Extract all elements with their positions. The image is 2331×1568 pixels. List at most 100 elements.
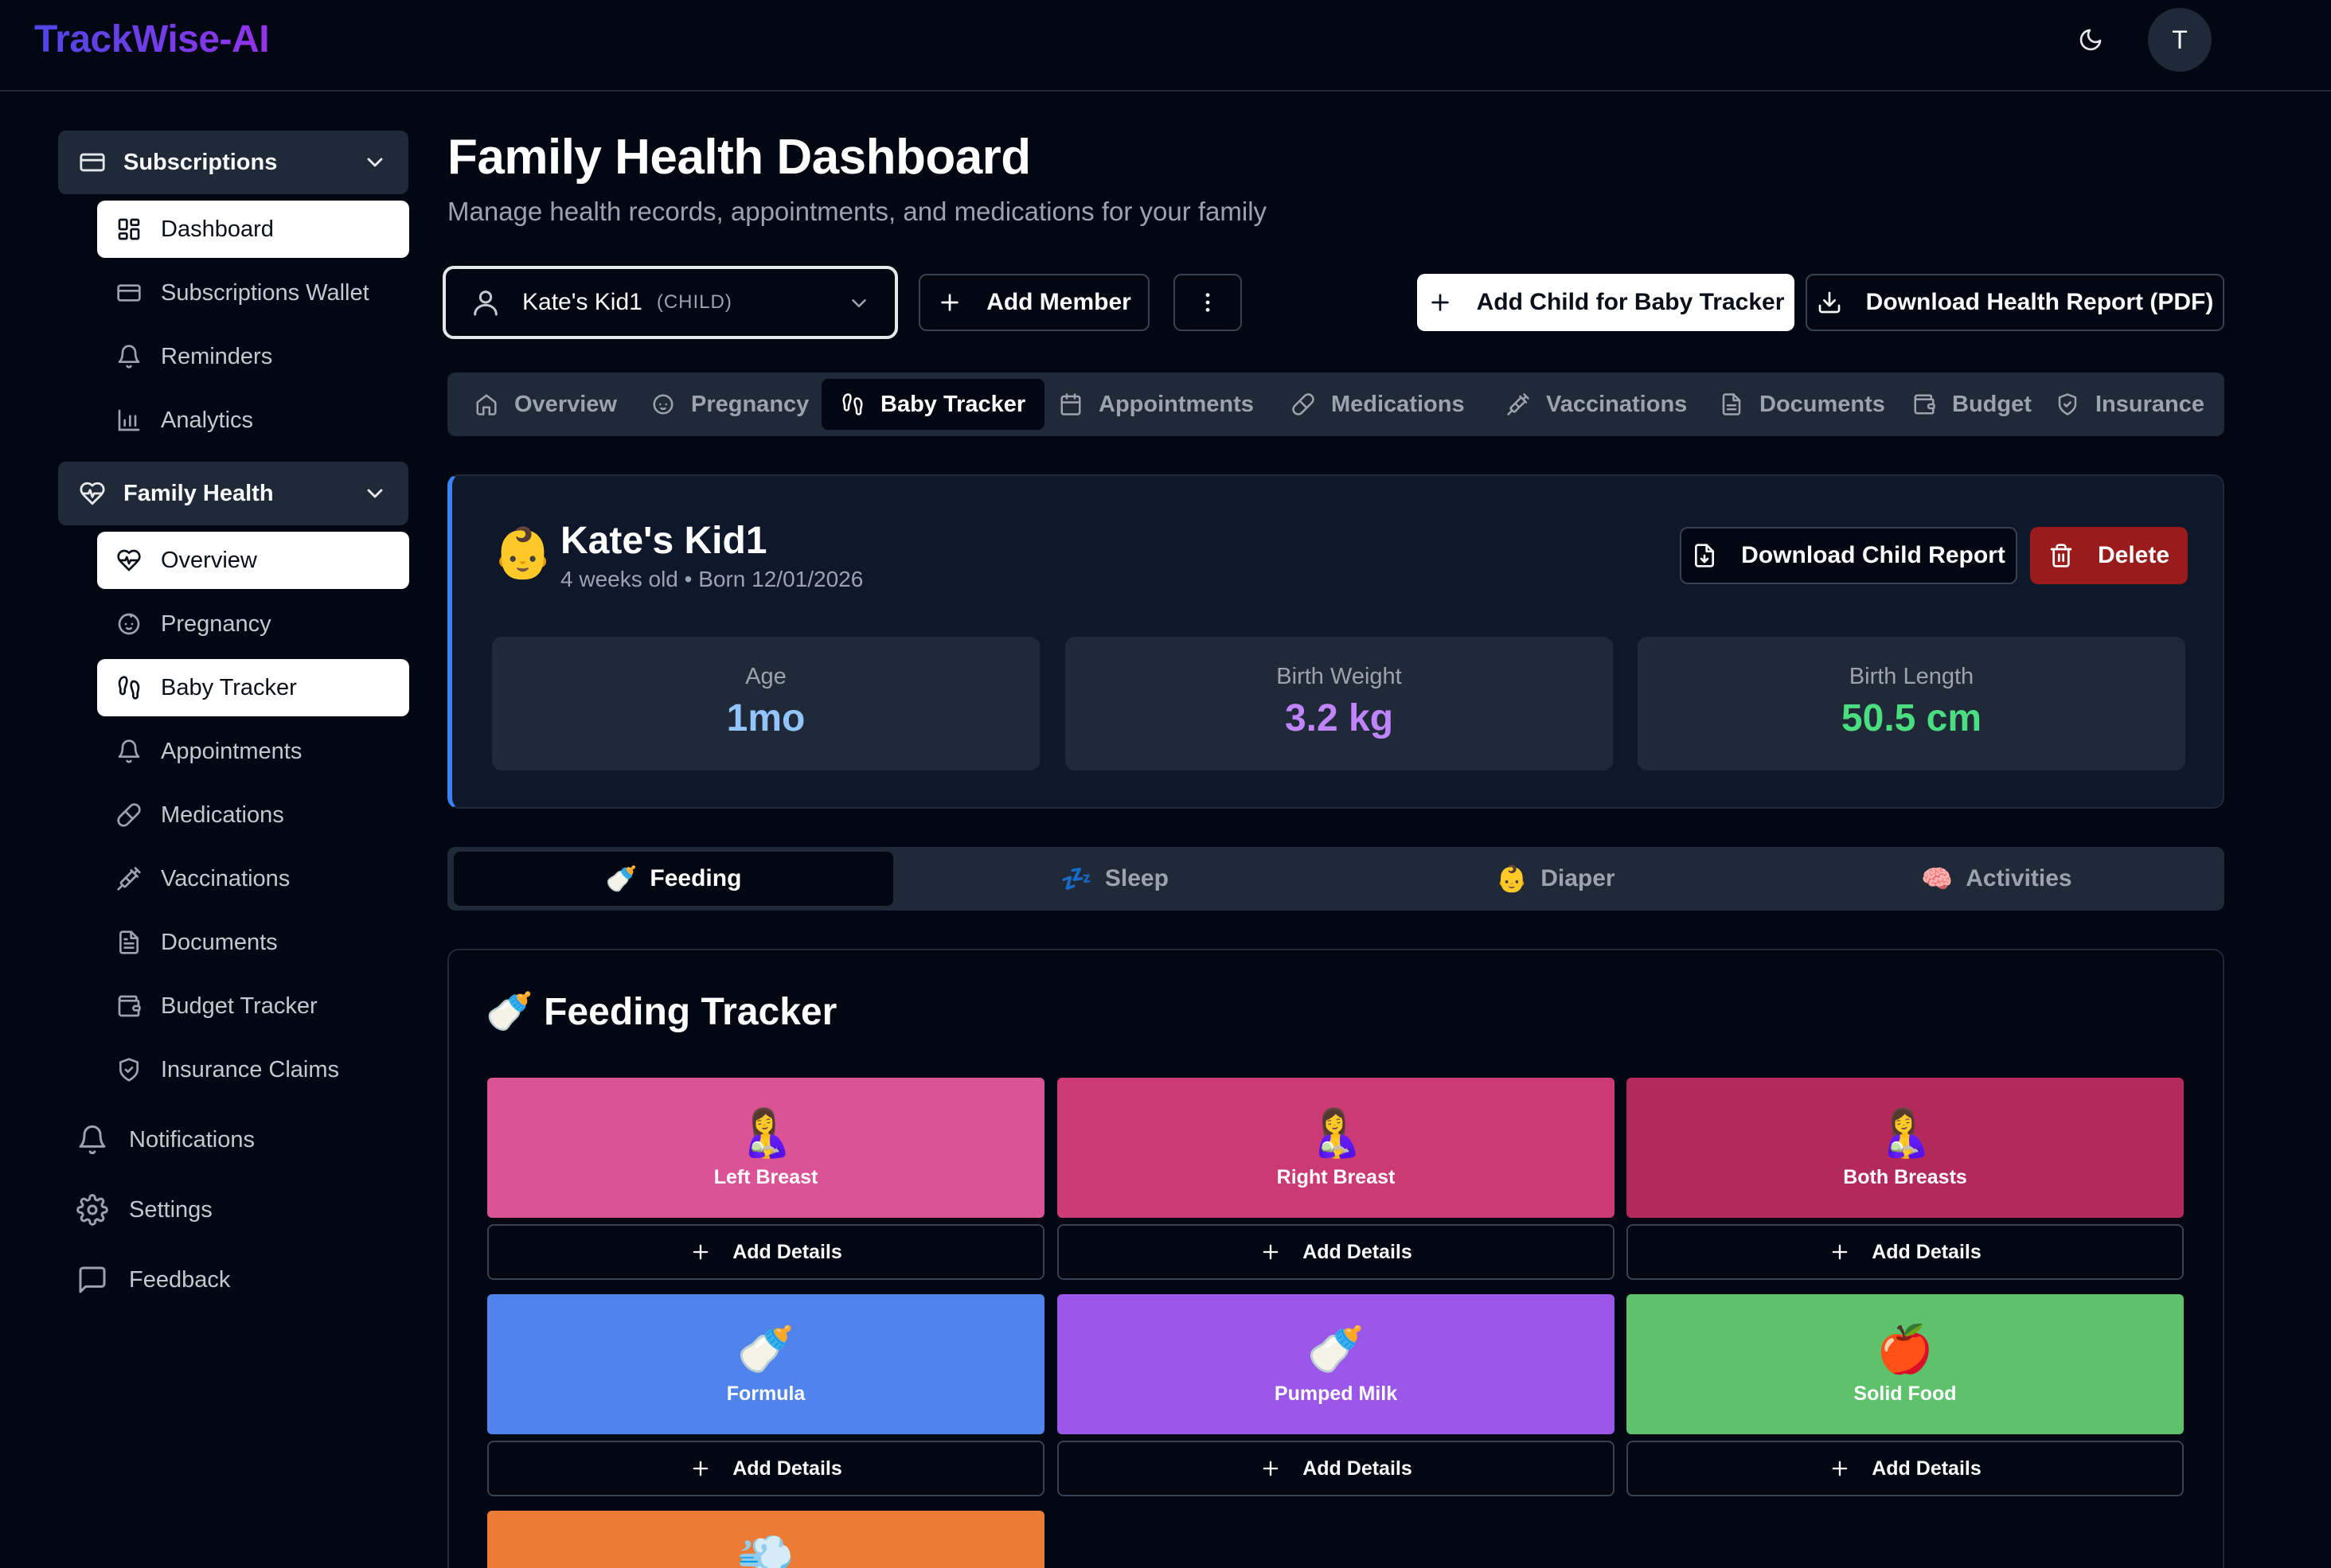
baby-emoji-icon: 👶: [492, 526, 554, 581]
sidebar-item-budget-tracker[interactable]: Budget Tracker: [97, 977, 409, 1035]
download-health-report-button[interactable]: Download Health Report (PDF): [1806, 274, 2224, 331]
sidebar-item-reminders[interactable]: Reminders: [97, 328, 409, 385]
document-icon: [116, 930, 142, 955]
tab-baby-tracker[interactable]: Baby Tracker: [822, 379, 1045, 430]
bottle-emoji-icon: 🍼: [605, 864, 638, 893]
subtab-label: Sleep: [1104, 865, 1169, 891]
tab-pregnancy[interactable]: Pregnancy: [632, 379, 828, 430]
feeding-option-partial[interactable]: 💨: [487, 1511, 1044, 1568]
sidebar-item-documents[interactable]: Documents: [97, 914, 409, 971]
page-subtitle: Manage health records, appointments, and…: [447, 197, 1267, 226]
add-details-button[interactable]: Add Details: [487, 1441, 1044, 1496]
tab-overview[interactable]: Overview: [455, 379, 636, 430]
bottle-emoji-icon: 🍼: [736, 1323, 795, 1375]
sidebar-feedback[interactable]: Feedback: [76, 1256, 230, 1304]
member-select[interactable]: Kate's Kid1 (CHILD): [443, 266, 898, 339]
subtab-diaper[interactable]: 👶 Diaper: [1336, 852, 1775, 906]
tab-label: Appointments: [1099, 391, 1254, 417]
subtab-activities[interactable]: 🧠 Activities: [1777, 852, 2216, 906]
pill-icon: [116, 802, 142, 828]
sidebar-item-medications[interactable]: Medications: [97, 786, 409, 844]
add-child-button[interactable]: Add Child for Baby Tracker: [1417, 274, 1794, 331]
sidebar-item-pregnancy[interactable]: Pregnancy: [97, 595, 409, 653]
add-details-button[interactable]: Add Details: [1057, 1224, 1615, 1280]
sidebar-item-analytics[interactable]: Analytics: [97, 392, 409, 449]
sidebar-item-label: Pregnancy: [161, 610, 271, 637]
tab-label: Vaccinations: [1546, 391, 1688, 417]
feeding-option-both-breasts[interactable]: 🤱 Both Breasts: [1626, 1078, 2184, 1218]
tab-label: Baby Tracker: [880, 391, 1026, 417]
tab-insurance[interactable]: Insurance: [2036, 379, 2224, 430]
feeding-option-right-breast[interactable]: 🤱 Right Breast: [1057, 1078, 1615, 1218]
theme-toggle-moon-icon[interactable]: [2071, 21, 2110, 59]
sidebar-item-baby-tracker[interactable]: Baby Tracker: [97, 659, 409, 716]
sidebar-group-family-health[interactable]: Family Health: [58, 462, 408, 525]
sidebar-item-label: Documents: [161, 929, 278, 955]
sidebar-footer-label: Settings: [129, 1196, 213, 1223]
feeding-option-label: Formula: [726, 1382, 806, 1405]
calendar-icon: [1059, 392, 1083, 416]
sidebar-item-overview[interactable]: Overview: [97, 532, 409, 589]
download-health-report-label: Download Health Report (PDF): [1865, 289, 2214, 315]
file-download-icon: [1692, 543, 1717, 568]
sidebar-notifications[interactable]: Notifications: [76, 1116, 255, 1164]
user-avatar[interactable]: T: [2148, 8, 2212, 72]
feeding-option-label: Left Breast: [713, 1165, 818, 1188]
shield-icon: [116, 1057, 142, 1082]
add-details-button[interactable]: Add Details: [1626, 1441, 2184, 1496]
sidebar-group-subscriptions[interactable]: Subscriptions: [58, 131, 408, 194]
download-child-report-button[interactable]: Download Child Report: [1680, 527, 2017, 584]
tab-label: Insurance: [2095, 391, 2204, 417]
sidebar-item-dashboard[interactable]: Dashboard: [97, 201, 409, 258]
apple-emoji-icon: 🍎: [1876, 1323, 1935, 1375]
tab-appointments[interactable]: Appointments: [1040, 379, 1273, 430]
stat-age: Age 1mo: [492, 637, 1040, 770]
sidebar-item-vaccinations[interactable]: Vaccinations: [97, 850, 409, 907]
syringe-icon: [1506, 392, 1530, 416]
plus-icon: [1829, 1457, 1851, 1480]
baby-emoji-icon: 👶: [1496, 864, 1529, 893]
credit-card-icon: [79, 149, 106, 176]
tab-vaccinations[interactable]: Vaccinations: [1487, 379, 1706, 430]
feeding-option-formula[interactable]: 🍼 Formula: [487, 1294, 1044, 1434]
tab-budget[interactable]: Budget: [1893, 379, 2051, 430]
tab-label: Documents: [1759, 391, 1885, 417]
app-logo[interactable]: TrackWise-AI: [34, 14, 270, 65]
sidebar-item-appointments[interactable]: Appointments: [97, 723, 409, 780]
sidebar-settings[interactable]: Settings: [76, 1186, 213, 1234]
chevron-down-icon: [362, 481, 388, 506]
feeding-option-label: Both Breasts: [1843, 1165, 1967, 1188]
breastfeeding-emoji-icon: 🤱: [736, 1106, 795, 1159]
tab-documents[interactable]: Documents: [1700, 379, 1904, 430]
add-member-button[interactable]: Add Member: [919, 274, 1150, 331]
add-details-label: Add Details: [732, 1457, 842, 1480]
add-details-button[interactable]: Add Details: [487, 1224, 1044, 1280]
sidebar-item-label: Insurance Claims: [161, 1056, 340, 1082]
sidebar-item-subscriptions-wallet[interactable]: Subscriptions Wallet: [97, 264, 409, 322]
feeding-option-label: Solid Food: [1853, 1382, 1957, 1405]
breastfeeding-emoji-icon: 🤱: [1306, 1106, 1365, 1159]
delete-child-button[interactable]: Delete: [2030, 527, 2188, 584]
gear-icon: [76, 1194, 108, 1226]
add-details-label: Add Details: [1872, 1240, 1982, 1263]
subtab-label: Activities: [1966, 865, 2072, 891]
cloud-emoji-icon: 💨: [736, 1533, 795, 1568]
brain-emoji-icon: 🧠: [1921, 864, 1954, 893]
tab-medications[interactable]: Medications: [1272, 379, 1484, 430]
add-details-button[interactable]: Add Details: [1057, 1441, 1615, 1496]
document-icon: [1720, 392, 1743, 416]
subtab-feeding[interactable]: 🍼 Feeding: [454, 852, 893, 906]
plus-icon: [1829, 1241, 1851, 1263]
feeding-option-left-breast[interactable]: 🤱 Left Breast: [487, 1078, 1044, 1218]
add-details-button[interactable]: Add Details: [1626, 1224, 2184, 1280]
sidebar-item-label: Overview: [161, 547, 257, 573]
sidebar-item-insurance-claims[interactable]: Insurance Claims: [97, 1041, 409, 1098]
download-child-report-label: Download Child Report: [1741, 542, 2005, 568]
tracker-subtabs: 🍼 Feeding 💤 Sleep 👶 Diaper 🧠 Activities: [447, 847, 2224, 911]
subtab-sleep[interactable]: 💤 Sleep: [895, 852, 1334, 906]
feeding-option-pumped-milk[interactable]: 🍼 Pumped Milk: [1057, 1294, 1615, 1434]
feeding-option-solid-food[interactable]: 🍎 Solid Food: [1626, 1294, 2184, 1434]
more-options-button[interactable]: [1173, 274, 1242, 331]
baby-face-icon: [651, 392, 675, 416]
tab-label: Overview: [514, 391, 617, 417]
